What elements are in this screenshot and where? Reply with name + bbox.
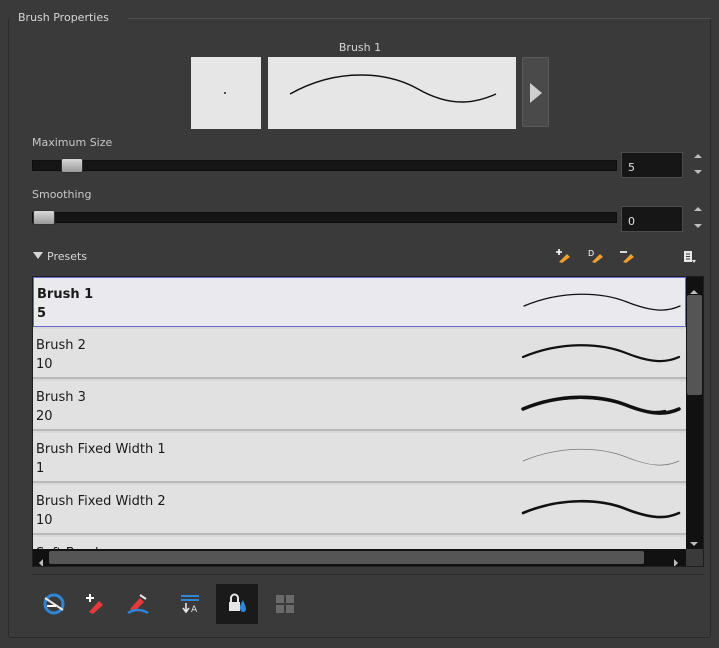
max-size-increment[interactable] bbox=[693, 152, 703, 162]
max-size-decrement[interactable] bbox=[693, 168, 703, 178]
advanced-settings-button[interactable] bbox=[522, 57, 549, 127]
presets-label: Presets bbox=[47, 250, 88, 263]
up-arrow-icon bbox=[694, 207, 702, 211]
smoothing-label: Smoothing bbox=[32, 188, 92, 201]
grid-view-button[interactable] bbox=[264, 584, 306, 624]
preview-brush-name: Brush 1 bbox=[338, 41, 382, 54]
draw-behind-button[interactable] bbox=[75, 584, 117, 624]
preset-size: 10 bbox=[36, 357, 53, 372]
svg-text:D: D bbox=[588, 249, 594, 258]
max-size-field[interactable]: 5 bbox=[621, 152, 683, 178]
left-arrow-icon bbox=[39, 559, 43, 566]
smoothing-slider-thumb[interactable] bbox=[33, 210, 55, 225]
scroll-corner bbox=[686, 549, 703, 566]
preset-stroke-preview bbox=[522, 448, 680, 466]
rename-preset-button[interactable]: D bbox=[587, 248, 605, 268]
auto-flatten-button[interactable] bbox=[33, 584, 75, 624]
vertical-scrollbar[interactable] bbox=[686, 277, 703, 549]
preset-stroke-preview bbox=[521, 344, 681, 363]
new-preset-icon bbox=[556, 249, 570, 263]
max-size-slider-thumb[interactable] bbox=[61, 158, 84, 173]
smoothing-slider[interactable] bbox=[32, 212, 617, 223]
auto-create-color-art-button[interactable] bbox=[117, 584, 159, 624]
presets-list[interactable]: Brush 1 5 Brush 2 10 Brush 3 20 Brush Fixed Wi… bbox=[32, 276, 704, 567]
up-arrow-icon bbox=[694, 154, 702, 158]
down-arrow-icon bbox=[694, 224, 702, 228]
horizontal-scroll-thumb[interactable] bbox=[49, 551, 644, 564]
preset-size: 5 bbox=[37, 306, 47, 321]
preset-stroke-preview bbox=[521, 499, 681, 519]
stroke-preview-curve bbox=[289, 74, 497, 103]
preset-size: 20 bbox=[36, 409, 53, 424]
auto-close-gap-button[interactable]: A bbox=[169, 584, 211, 624]
presets-toggle[interactable]: Presets bbox=[33, 250, 87, 263]
draw-behind-icon bbox=[86, 594, 103, 614]
new-preset-button[interactable] bbox=[555, 248, 573, 268]
preset-name: Brush Fixed Width 2 bbox=[36, 494, 166, 509]
tip-dot bbox=[224, 92, 226, 94]
group-divider bbox=[128, 18, 711, 19]
svg-text:A: A bbox=[191, 605, 198, 615]
max-size-label: Maximum Size bbox=[32, 136, 113, 149]
respect-protected-colour-button[interactable] bbox=[216, 584, 258, 624]
preset-name: Brush 1 bbox=[37, 287, 94, 302]
brush-properties-panel: Brush Properties Brush 1 Maximum Size 5 … bbox=[0, 0, 719, 648]
horizontal-scrollbar[interactable] bbox=[33, 549, 686, 566]
down-arrow-icon bbox=[694, 170, 702, 174]
down-arrow-icon bbox=[690, 542, 698, 546]
toolbar-separator bbox=[32, 574, 704, 575]
respect-protected-colour-icon bbox=[229, 593, 246, 613]
preset-stroke-preview bbox=[521, 395, 681, 415]
preset-size: 1 bbox=[36, 461, 45, 476]
preset-name: Brush 2 bbox=[36, 338, 86, 353]
max-size-slider[interactable] bbox=[32, 160, 617, 171]
delete-preset-button[interactable] bbox=[619, 248, 637, 268]
panel-title: Brush Properties bbox=[18, 11, 109, 24]
preset-row[interactable]: Brush 1 5 bbox=[33, 277, 686, 327]
preset-row[interactable]: Brush 3 20 bbox=[33, 381, 686, 431]
right-arrow-icon bbox=[674, 559, 678, 566]
delete-preset-icon bbox=[620, 251, 634, 263]
scroll-left-button[interactable] bbox=[37, 553, 45, 566]
expand-arrow-icon bbox=[530, 83, 542, 103]
presets-menu-icon bbox=[684, 251, 696, 263]
auto-flatten-icon bbox=[43, 593, 65, 615]
smoothing-field[interactable]: 0 bbox=[621, 206, 683, 232]
preset-name: Brush 3 bbox=[36, 390, 86, 405]
preset-stroke-preview bbox=[523, 293, 681, 311]
preset-row[interactable]: Brush 2 10 bbox=[33, 329, 686, 379]
vertical-scroll-thumb[interactable] bbox=[687, 295, 702, 395]
stroke-preview bbox=[268, 57, 516, 129]
preset-size: 10 bbox=[36, 513, 53, 528]
auto-create-color-art-icon bbox=[127, 594, 149, 615]
brush-tip-preview bbox=[191, 57, 261, 129]
rename-preset-icon: D bbox=[588, 249, 603, 263]
auto-close-gap-icon: A bbox=[181, 595, 199, 615]
collapse-triangle-icon bbox=[33, 252, 43, 259]
preset-name: Brush Fixed Width 1 bbox=[36, 442, 166, 457]
grid-icon bbox=[276, 595, 294, 613]
smoothing-decrement[interactable] bbox=[693, 222, 703, 232]
scroll-right-button[interactable] bbox=[672, 553, 680, 566]
presets-menu-button[interactable] bbox=[683, 249, 697, 268]
smoothing-increment[interactable] bbox=[693, 205, 703, 215]
preset-row[interactable]: Brush Fixed Width 2 10 bbox=[33, 485, 686, 535]
preset-row[interactable]: Brush Fixed Width 1 1 bbox=[33, 433, 686, 483]
